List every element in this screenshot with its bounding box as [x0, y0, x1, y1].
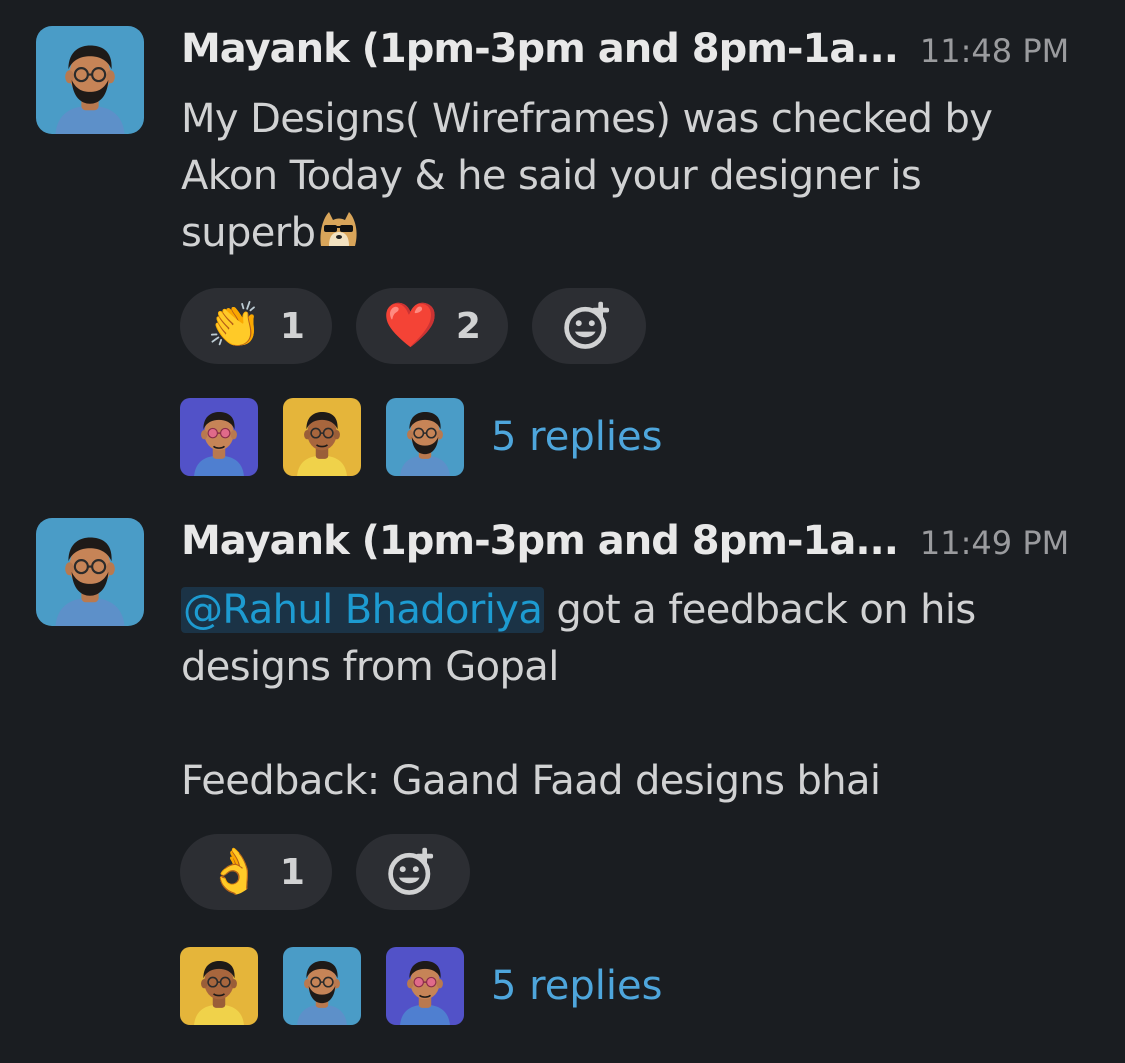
message-line-text: got a feedback on his — [544, 587, 976, 633]
reply-avatar[interactable] — [283, 398, 361, 476]
reaction-count: 1 — [279, 305, 305, 347]
message-line: Feedback: Gaand Faad designs bhai — [181, 758, 881, 804]
reactions-bar: 👌 1 — [180, 834, 470, 910]
avatar-yellow-icon — [180, 947, 258, 1025]
avatar-person-icon — [36, 26, 144, 134]
thread-replies: 5 replies — [180, 947, 662, 1025]
reaction-clap[interactable]: 👏 1 — [180, 288, 332, 364]
message-line: superb — [181, 205, 1081, 262]
add-reaction-button[interactable] — [532, 288, 646, 364]
message-line: My Designs( Wireframes) was checked by — [181, 96, 993, 142]
avatar-blue-icon — [386, 398, 464, 476]
add-emoji-icon — [561, 298, 617, 354]
message-timestamp[interactable]: 11:48 PM — [920, 32, 1069, 70]
reply-avatar[interactable] — [283, 947, 361, 1025]
sender-name[interactable]: Mayank (1pm-3pm and 8pm-1a... — [181, 518, 899, 564]
cool-doge-icon — [315, 206, 361, 252]
message-line: @Rahul Bhadoriya got a feedback on his — [181, 582, 1081, 639]
avatar-purple-icon — [386, 947, 464, 1025]
message-line-text: superb — [181, 210, 316, 256]
clapping-hands-icon: 👏 — [207, 300, 262, 351]
avatar-person-icon — [36, 518, 144, 626]
message-line: Akon Today & he said your designer is — [181, 153, 922, 199]
avatar-purple-icon — [180, 398, 258, 476]
add-emoji-icon — [385, 844, 441, 900]
sender-avatar[interactable] — [36, 518, 144, 626]
view-replies-link[interactable]: 5 replies — [491, 963, 662, 1009]
user-mention[interactable]: @Rahul Bhadoriya — [181, 587, 545, 633]
message-text: My Designs( Wireframes) was checked by A… — [181, 91, 1081, 262]
message-timestamp[interactable]: 11:49 PM — [920, 524, 1069, 562]
message-header: Mayank (1pm-3pm and 8pm-1a... 11:49 PM — [181, 518, 1069, 578]
reaction-count: 1 — [279, 851, 305, 893]
view-replies-link[interactable]: 5 replies — [491, 414, 662, 460]
reply-avatar[interactable] — [386, 398, 464, 476]
ok-hand-icon: 👌 — [207, 846, 262, 897]
message-line: designs from Gopal — [181, 644, 559, 690]
reply-avatar[interactable] — [180, 947, 258, 1025]
reaction-ok-hand[interactable]: 👌 1 — [180, 834, 332, 910]
message-text: @Rahul Bhadoriya got a feedback on his d… — [181, 582, 1081, 810]
reaction-count: 2 — [455, 305, 481, 347]
avatar-blue-icon — [283, 947, 361, 1025]
reactions-bar: 👏 1 ❤️ 2 — [180, 288, 646, 364]
red-heart-icon: ❤️ — [383, 300, 438, 351]
thread-replies: 5 replies — [180, 398, 662, 476]
sender-name[interactable]: Mayank (1pm-3pm and 8pm-1a... — [181, 26, 899, 72]
reaction-heart[interactable]: ❤️ 2 — [356, 288, 508, 364]
reply-avatar[interactable] — [386, 947, 464, 1025]
avatar-yellow-icon — [283, 398, 361, 476]
sender-avatar[interactable] — [36, 26, 144, 134]
add-reaction-button[interactable] — [356, 834, 470, 910]
message-header: Mayank (1pm-3pm and 8pm-1a... 11:48 PM — [181, 26, 1069, 86]
reply-avatar[interactable] — [180, 398, 258, 476]
